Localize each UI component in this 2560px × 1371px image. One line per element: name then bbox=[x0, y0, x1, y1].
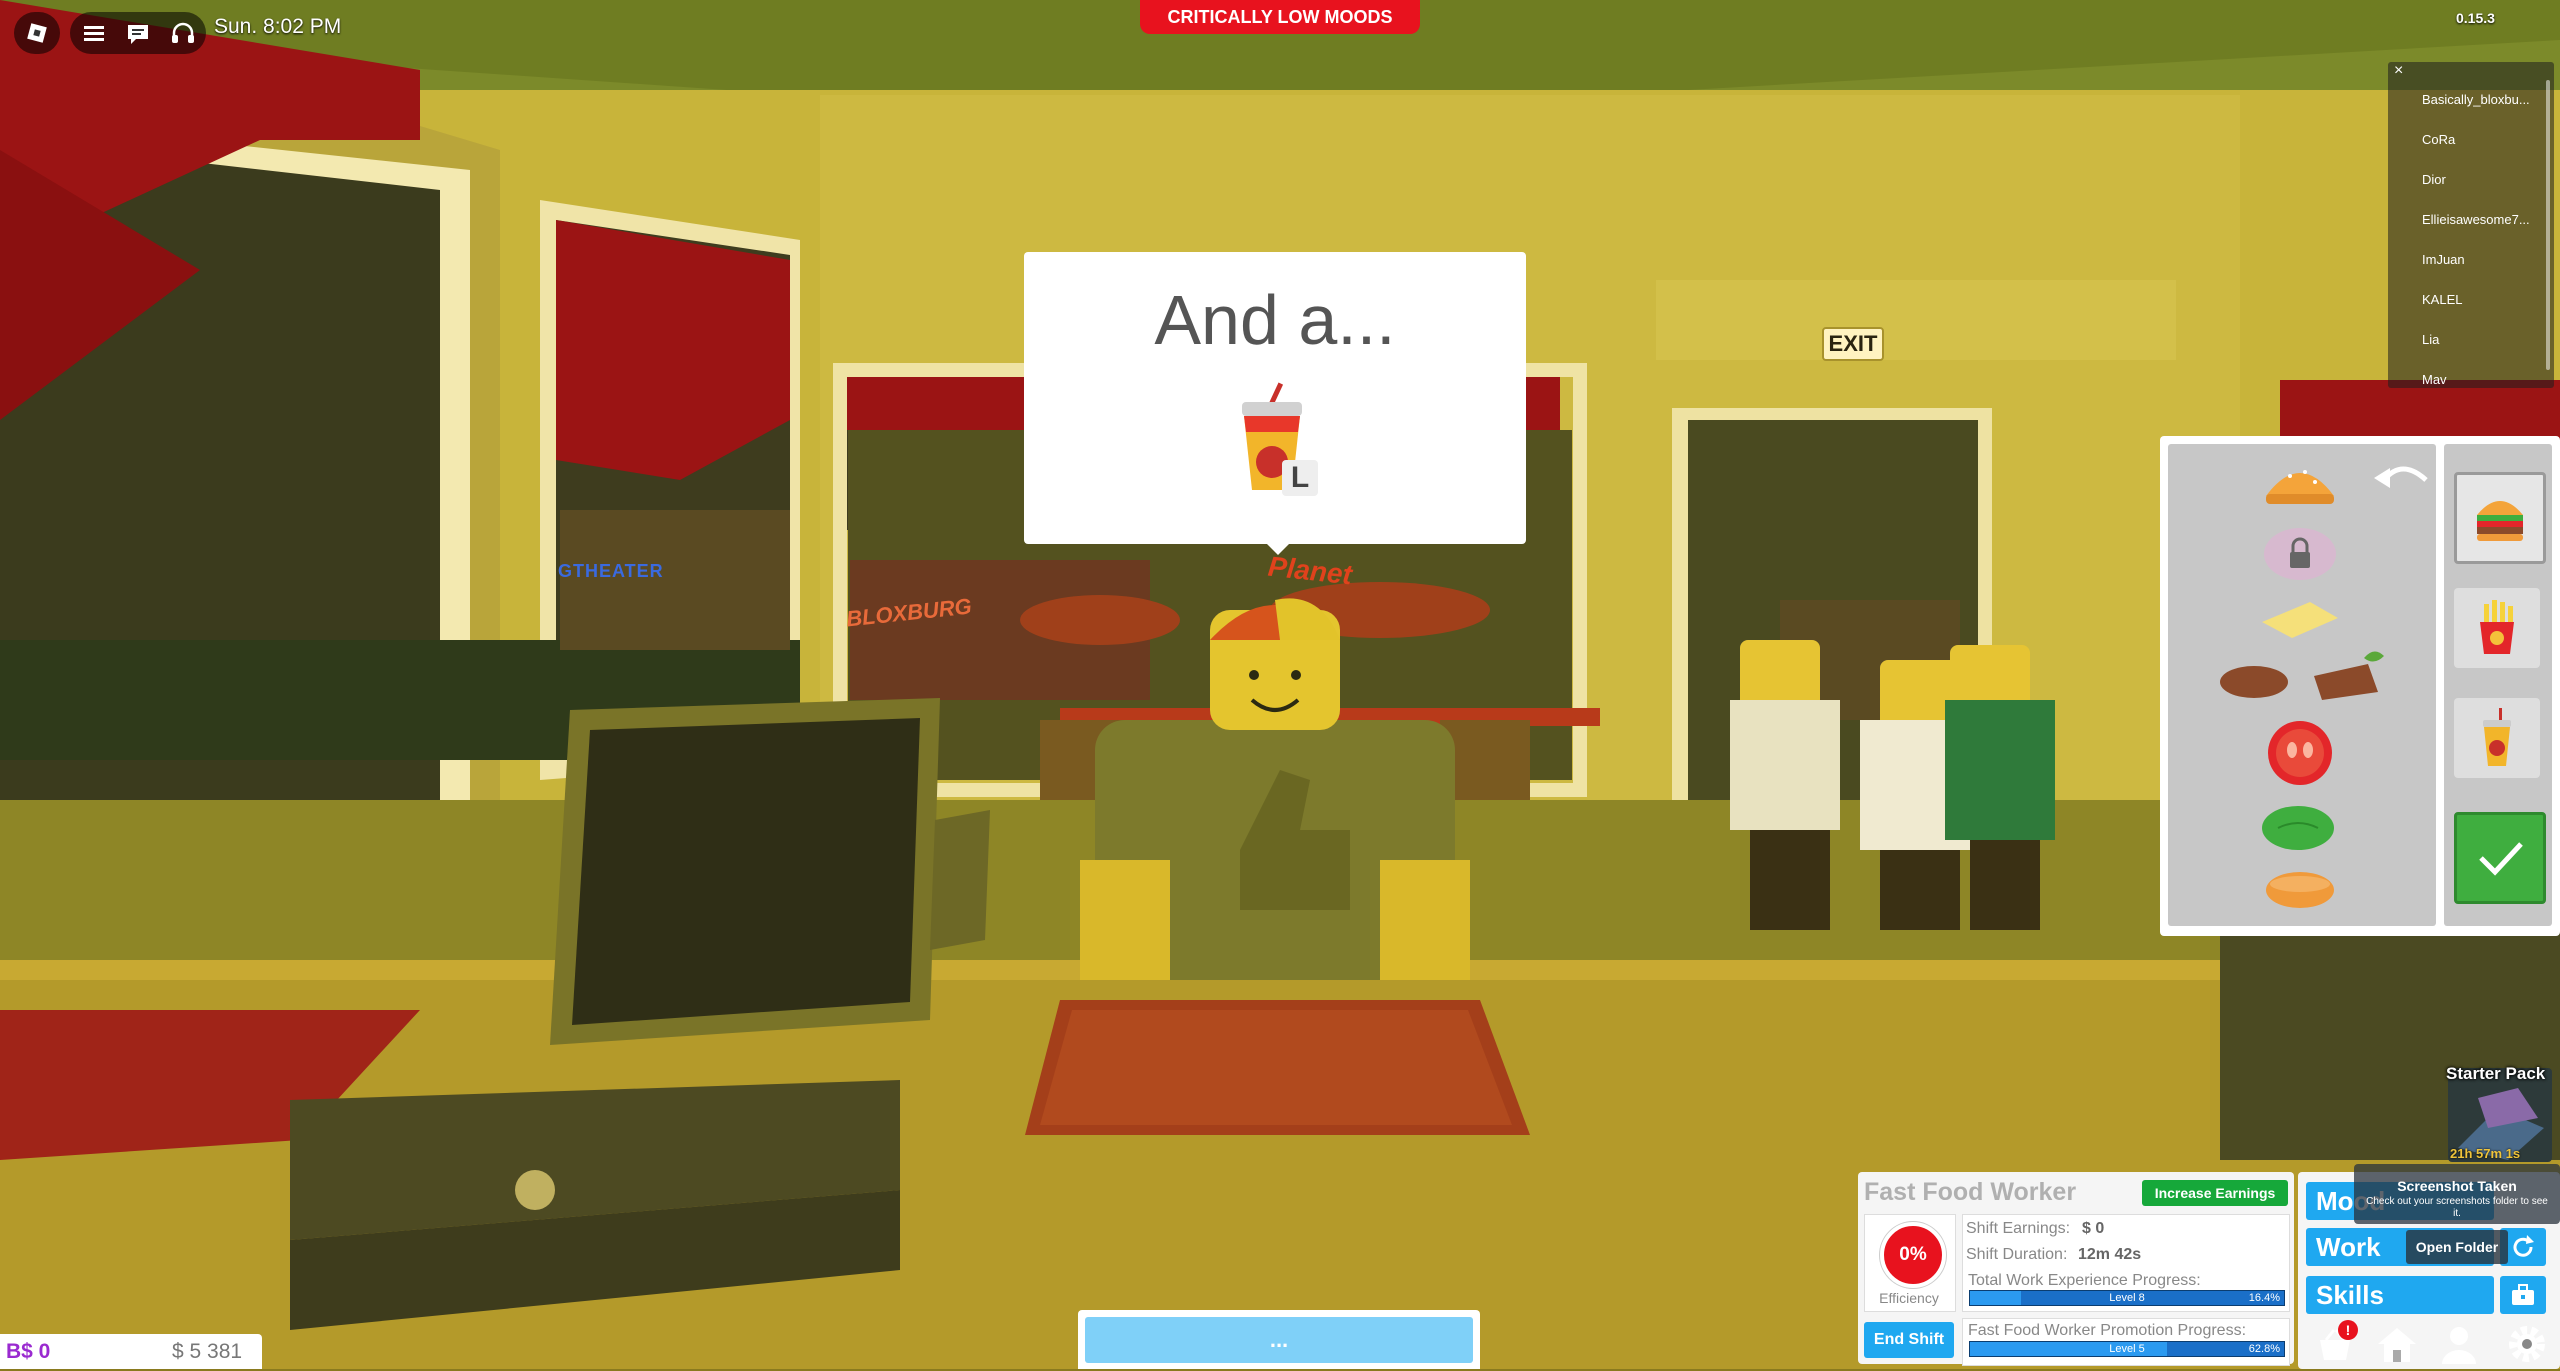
shift-duration-value: 12m 42s bbox=[2078, 1246, 2142, 1263]
game-version: 0.15.3 bbox=[2456, 10, 2495, 26]
home-button[interactable] bbox=[2374, 1322, 2420, 1366]
shift-earnings-label: Shift Earnings: bbox=[1966, 1220, 2071, 1237]
total-xp-bar: Level 8 16.4% bbox=[1969, 1290, 2285, 1306]
efficiency-label: Efficiency bbox=[1879, 1290, 1939, 1306]
headset-icon bbox=[172, 22, 194, 43]
briefcase-icon bbox=[2512, 1284, 2534, 1305]
shift-duration-label: Shift Duration: bbox=[1966, 1246, 2068, 1263]
end-shift-button[interactable]: End Shift bbox=[1864, 1322, 1954, 1358]
skills-button[interactable]: Skills bbox=[2306, 1276, 2494, 1314]
bun-bottom-ingredient[interactable] bbox=[2262, 866, 2338, 914]
player-list-scrollbar[interactable] bbox=[2546, 80, 2550, 370]
lettuce-ingredient[interactable] bbox=[2258, 800, 2338, 856]
bun-top-ingredient[interactable] bbox=[2260, 454, 2340, 509]
player-list-close-icon[interactable]: × bbox=[2394, 62, 2403, 80]
undo-arrow-icon[interactable] bbox=[2372, 456, 2432, 496]
fries-icon bbox=[2480, 600, 2514, 654]
chat-icon bbox=[128, 25, 148, 44]
tomato-ingredient[interactable] bbox=[2262, 718, 2338, 788]
cheese-ingredient[interactable] bbox=[2258, 598, 2342, 642]
chat-input-field[interactable]: ... bbox=[1085, 1317, 1473, 1363]
player-name[interactable]: Ellieisawesome7... bbox=[2422, 212, 2530, 227]
promotion-percent: 62.8% bbox=[2248, 1343, 2280, 1355]
money-balance: $ 5 381 bbox=[172, 1340, 243, 1363]
player-name[interactable]: Basically_bloxbu... bbox=[2422, 92, 2530, 107]
gear-icon bbox=[2509, 1326, 2545, 1362]
confirm-order-button[interactable] bbox=[2454, 812, 2546, 904]
chat-input-bar[interactable]: ... bbox=[1078, 1310, 1480, 1369]
promotion-label: Fast Food Worker Promotion Progress: bbox=[1968, 1322, 2247, 1339]
veggie-patty-ingredient[interactable] bbox=[2308, 646, 2388, 704]
notification-badge: ! bbox=[2338, 1320, 2358, 1340]
efficiency-badge: 0% bbox=[1880, 1222, 1946, 1288]
player-name[interactable]: KALEL bbox=[2422, 292, 2462, 307]
settings-button[interactable] bbox=[2504, 1322, 2550, 1366]
mood-alert-banner: CRITICALLY LOW MOODS bbox=[1140, 0, 1420, 34]
promotion-level: Level 5 bbox=[2109, 1343, 2145, 1355]
order-bubble-text: And a... bbox=[1154, 281, 1396, 359]
shift-earnings-value: $ 0 bbox=[2082, 1220, 2105, 1237]
checkmark-icon bbox=[2479, 842, 2523, 876]
player-name[interactable]: Dior bbox=[2422, 172, 2446, 187]
job-title: Fast Food Worker bbox=[1864, 1178, 2077, 1206]
home-icon bbox=[2378, 1328, 2416, 1362]
increase-earnings-button[interactable]: Increase Earnings bbox=[2142, 1180, 2288, 1206]
player-name[interactable]: ImJuan bbox=[2422, 252, 2465, 267]
bloxbux-balance: B$ 0 bbox=[6, 1340, 51, 1363]
theater-sign: GTHEATER bbox=[558, 561, 664, 581]
refresh-icon bbox=[2513, 1235, 2534, 1257]
burger-icon bbox=[2477, 501, 2523, 541]
starter-pack-timer: 21h 57m 1s bbox=[2450, 1146, 2521, 1161]
hamburger-icon bbox=[84, 26, 104, 41]
burger-category-button[interactable] bbox=[2454, 472, 2546, 564]
player-name[interactable]: Mav bbox=[2422, 372, 2447, 387]
player-name[interactable]: Lia bbox=[2422, 332, 2439, 347]
bubble-pointer bbox=[1266, 543, 1290, 555]
game-clock: Sun. 8:02 PM bbox=[214, 15, 342, 38]
roblox-logo-icon bbox=[27, 23, 47, 43]
voice-chat-button[interactable] bbox=[168, 20, 198, 48]
person-icon bbox=[2442, 1327, 2476, 1364]
briefcase-button[interactable] bbox=[2500, 1276, 2546, 1314]
chat-toggle-button[interactable] bbox=[124, 20, 154, 48]
screenshot-toast-title: Screenshot Taken bbox=[2397, 1178, 2517, 1194]
player-name[interactable]: CoRa bbox=[2422, 132, 2455, 147]
roblox-menu-button[interactable] bbox=[14, 12, 60, 54]
total-xp-percent: 16.4% bbox=[2248, 1292, 2280, 1304]
character-button[interactable] bbox=[2436, 1322, 2482, 1366]
beef-patty-ingredient[interactable] bbox=[2216, 660, 2292, 704]
fries-category-button[interactable] bbox=[2454, 588, 2540, 668]
order-speech-bubble: And a... L bbox=[1024, 252, 1526, 544]
drink-icon bbox=[2483, 708, 2511, 766]
drink-category-button[interactable] bbox=[2454, 698, 2540, 778]
promotion-bar: Level 5 62.8% bbox=[1969, 1341, 2285, 1357]
open-folder-button[interactable]: Open Folder bbox=[2406, 1230, 2508, 1264]
total-xp-level: Level 8 bbox=[2109, 1292, 2145, 1304]
screenshot-toast-message: Check out your screenshots folder to see… bbox=[2366, 1196, 2548, 1219]
exit-sign: EXIT bbox=[1822, 327, 1884, 361]
locked-ingredient[interactable] bbox=[2260, 522, 2340, 582]
hamburger-menu-button[interactable] bbox=[80, 20, 110, 48]
drink-size-badge: L bbox=[1282, 460, 1318, 496]
starter-pack-title: Starter Pack bbox=[2446, 1064, 2546, 1083]
total-xp-label: Total Work Experience Progress: bbox=[1968, 1272, 2201, 1289]
